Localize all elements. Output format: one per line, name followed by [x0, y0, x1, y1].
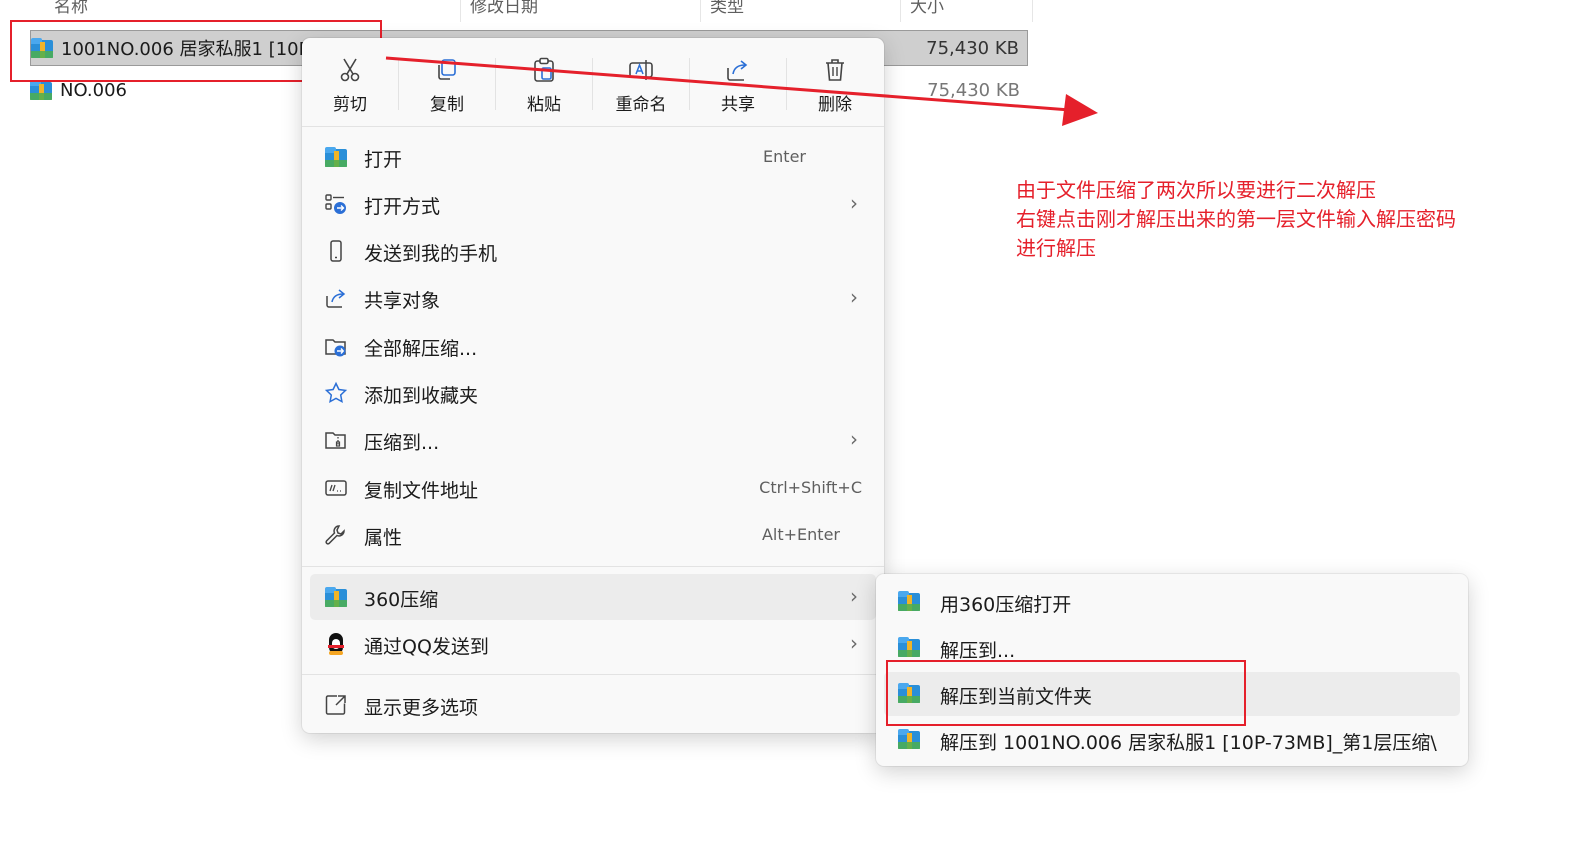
archive-icon [325, 586, 347, 608]
menu-item-show-more-options[interactable]: 显示更多选项 [310, 682, 876, 728]
file-name: NO.006 [60, 79, 127, 101]
menu-item-label: 属性 [364, 527, 403, 549]
menu-item-label: 压缩到... [364, 432, 440, 454]
menu-item-extract-all[interactable]: 全部解压缩... [310, 323, 876, 369]
annotation-highlight-extract-here [886, 660, 1246, 726]
archive-icon [898, 590, 920, 612]
share-icon [326, 289, 346, 308]
annotation-text: 由于文件压缩了两次所以要进行二次解压 右键点击刚才解压出来的第一层文件输入解压密… [1016, 176, 1456, 263]
menu-item-label: 打开 [364, 149, 403, 171]
menu-item-label: 复制文件地址 [364, 480, 479, 502]
phone-icon [330, 240, 342, 262]
menu-item-compress-to[interactable]: 压缩到... › [310, 417, 876, 463]
column-divider[interactable] [700, 0, 701, 22]
divider [302, 674, 884, 675]
submenu-item-label: 解压到 1001NO.006 居家私服1 [10P-73MB]_第1层压缩\ [940, 732, 1437, 754]
chevron-right-icon: › [850, 584, 858, 608]
menu-item-open[interactable]: 打开 Enter [310, 134, 876, 180]
chevron-right-icon: › [850, 631, 858, 655]
copy-path-icon [325, 480, 347, 496]
column-header-size[interactable]: 大小 [910, 0, 944, 17]
menu-item-label: 显示更多选项 [364, 697, 479, 719]
column-header-modified[interactable]: 修改日期 [470, 0, 538, 17]
column-header-name[interactable]: 名称 [54, 0, 88, 17]
archive-icon [30, 79, 52, 101]
annotation-arrow-icon [385, 56, 1098, 126]
menu-item-label: 通过QQ发送到 [364, 636, 489, 658]
qq-icon [327, 633, 345, 655]
column-header-type[interactable]: 类型 [710, 0, 744, 17]
column-divider[interactable] [1032, 0, 1033, 22]
chevron-right-icon: › [850, 285, 858, 309]
menu-item-properties[interactable]: 属性 Alt+Enter [310, 512, 876, 558]
menu-item-add-to-favorites[interactable]: 添加到收藏夹 [310, 370, 876, 416]
submenu-item-label: 解压到... [940, 640, 1016, 662]
shortcut-text: Ctrl+Shift+C [759, 478, 862, 497]
wrench-icon [325, 525, 345, 545]
menu-item-copy-path[interactable]: 复制文件地址 Ctrl+Shift+C [310, 465, 876, 511]
chevron-right-icon: › [850, 191, 858, 215]
extract-all-icon [325, 339, 346, 357]
shortcut-text: Enter [763, 147, 806, 166]
open-with-icon [325, 194, 346, 214]
archive-icon [898, 728, 920, 750]
menu-item-label: 全部解压缩... [364, 338, 478, 360]
compress-icon [325, 432, 346, 449]
submenu-item-open-with-360[interactable]: 用360压缩打开 [884, 580, 1460, 624]
annotation-line: 由于文件压缩了两次所以要进行二次解压 [1016, 178, 1376, 202]
menu-item-send-to-phone[interactable]: 发送到我的手机 [310, 228, 876, 274]
shortcut-text: Alt+Enter [761, 525, 840, 544]
divider [302, 566, 884, 567]
archive-icon [325, 146, 347, 168]
menu-item-label: 360压缩 [364, 589, 439, 611]
menu-item-label: 添加到收藏夹 [364, 385, 479, 407]
archive-icon [898, 636, 920, 658]
menu-item-send-via-qq[interactable]: 通过QQ发送到 › [310, 621, 876, 667]
chevron-right-icon: › [850, 427, 858, 451]
menu-item-360-compress[interactable]: 360压缩 › [310, 574, 876, 620]
menu-item-label: 共享对象 [364, 290, 441, 312]
column-divider[interactable] [460, 0, 461, 22]
menu-item-open-with[interactable]: 打开方式 › [310, 181, 876, 227]
menu-item-label: 打开方式 [364, 196, 441, 218]
menu-item-label: 发送到我的手机 [364, 243, 498, 265]
column-divider[interactable] [900, 0, 901, 22]
annotation-line: 进行解压 [1016, 236, 1096, 260]
submenu-item-label: 用360压缩打开 [940, 594, 1072, 616]
menu-item-share-with[interactable]: 共享对象 › [310, 275, 876, 321]
scissors-icon [340, 58, 360, 82]
annotation-line: 右键点击刚才解压出来的第一层文件输入解压密码 [1016, 207, 1456, 231]
context-menu: 剪切 复制 粘贴 重命名 共享 删除 打开 Enter 打开方式 › 发送到我的… [302, 38, 884, 733]
star-icon [324, 381, 348, 404]
more-options-icon [325, 695, 346, 715]
